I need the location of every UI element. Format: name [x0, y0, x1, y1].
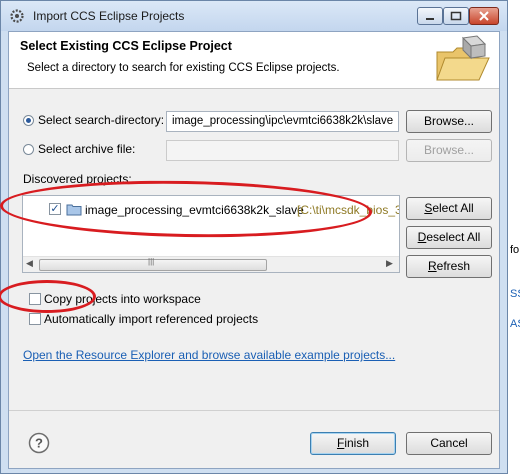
- scroll-right-icon[interactable]: ▶: [386, 258, 393, 269]
- browse-archive-button[interactable]: Browse...: [406, 139, 492, 162]
- eclipse-gear-icon: [10, 9, 24, 23]
- minimize-button[interactable]: [417, 7, 443, 25]
- background-text-fragment: SS: [510, 288, 520, 300]
- page-title: Select Existing CCS Eclipse Project: [20, 39, 232, 53]
- help-icon[interactable]: ?: [28, 432, 50, 454]
- svg-text:?: ?: [35, 436, 43, 451]
- discovered-projects-list[interactable]: ✓ image_processing_evmtci6638k2k_slave […: [22, 195, 400, 273]
- resource-explorer-link[interactable]: Open the Resource Explorer and browse av…: [23, 348, 395, 362]
- auto-import-label: Automatically import referenced projects: [44, 312, 259, 326]
- deselect-all-button[interactable]: Deselect All: [406, 226, 492, 249]
- close-icon: [479, 11, 489, 21]
- select-all-button[interactable]: Select All: [406, 197, 492, 220]
- refresh-button[interactable]: Refresh: [406, 255, 492, 278]
- background-text-fragment: AS: [510, 318, 520, 330]
- finish-button[interactable]: Finish: [310, 432, 396, 455]
- close-button[interactable]: [469, 7, 499, 25]
- maximize-icon: [450, 11, 462, 21]
- search-directory-radio[interactable]: [23, 115, 34, 126]
- search-directory-label: Select search-directory:: [38, 113, 165, 127]
- wizard-header: Select Existing CCS Eclipse Project Sele…: [9, 32, 499, 89]
- page-description: Select a directory to search for existin…: [27, 62, 340, 74]
- project-location: [C:\ti\mcsdk_bios_3_0: [297, 203, 399, 217]
- scrollbar-thumb[interactable]: |||: [39, 257, 267, 271]
- project-checkbox[interactable]: ✓: [49, 203, 61, 215]
- dialog-content: Select Existing CCS Eclipse Project Sele…: [8, 31, 500, 469]
- dialog-window: Import CCS Eclipse Projects Select Exist…: [0, 0, 508, 474]
- minimize-icon: [426, 18, 434, 20]
- browse-directory-button[interactable]: Browse...: [406, 110, 492, 133]
- maximize-button[interactable]: [443, 7, 469, 25]
- grip-icon: |||: [148, 257, 155, 266]
- copy-into-workspace-checkbox[interactable]: [29, 293, 41, 305]
- archive-file-radio[interactable]: [23, 144, 34, 155]
- background-text-fragment: fo: [510, 244, 520, 256]
- project-folder-icon: [66, 204, 82, 216]
- window-title: Import CCS Eclipse Projects: [33, 9, 185, 23]
- footer-divider: [9, 410, 499, 411]
- archive-file-field[interactable]: [166, 140, 399, 161]
- horizontal-scrollbar[interactable]: ◀ ||| ▶: [23, 256, 399, 272]
- discovered-projects-label: Discovered projects:: [23, 172, 132, 186]
- search-directory-field[interactable]: image_processing\ipc\evmtci6638k2k\slave: [166, 111, 399, 132]
- archive-file-label: Select archive file:: [38, 142, 136, 156]
- cancel-button[interactable]: Cancel: [406, 432, 492, 455]
- project-name: image_processing_evmtci6638k2k_slave: [85, 203, 304, 217]
- copy-into-workspace-label: Copy projects into workspace: [44, 292, 201, 306]
- folder-import-icon: [436, 35, 490, 81]
- auto-import-checkbox[interactable]: [29, 313, 41, 325]
- scroll-left-icon[interactable]: ◀: [26, 258, 33, 269]
- list-item[interactable]: ✓ image_processing_evmtci6638k2k_slave […: [23, 201, 399, 219]
- title-bar[interactable]: Import CCS Eclipse Projects: [1, 1, 507, 31]
